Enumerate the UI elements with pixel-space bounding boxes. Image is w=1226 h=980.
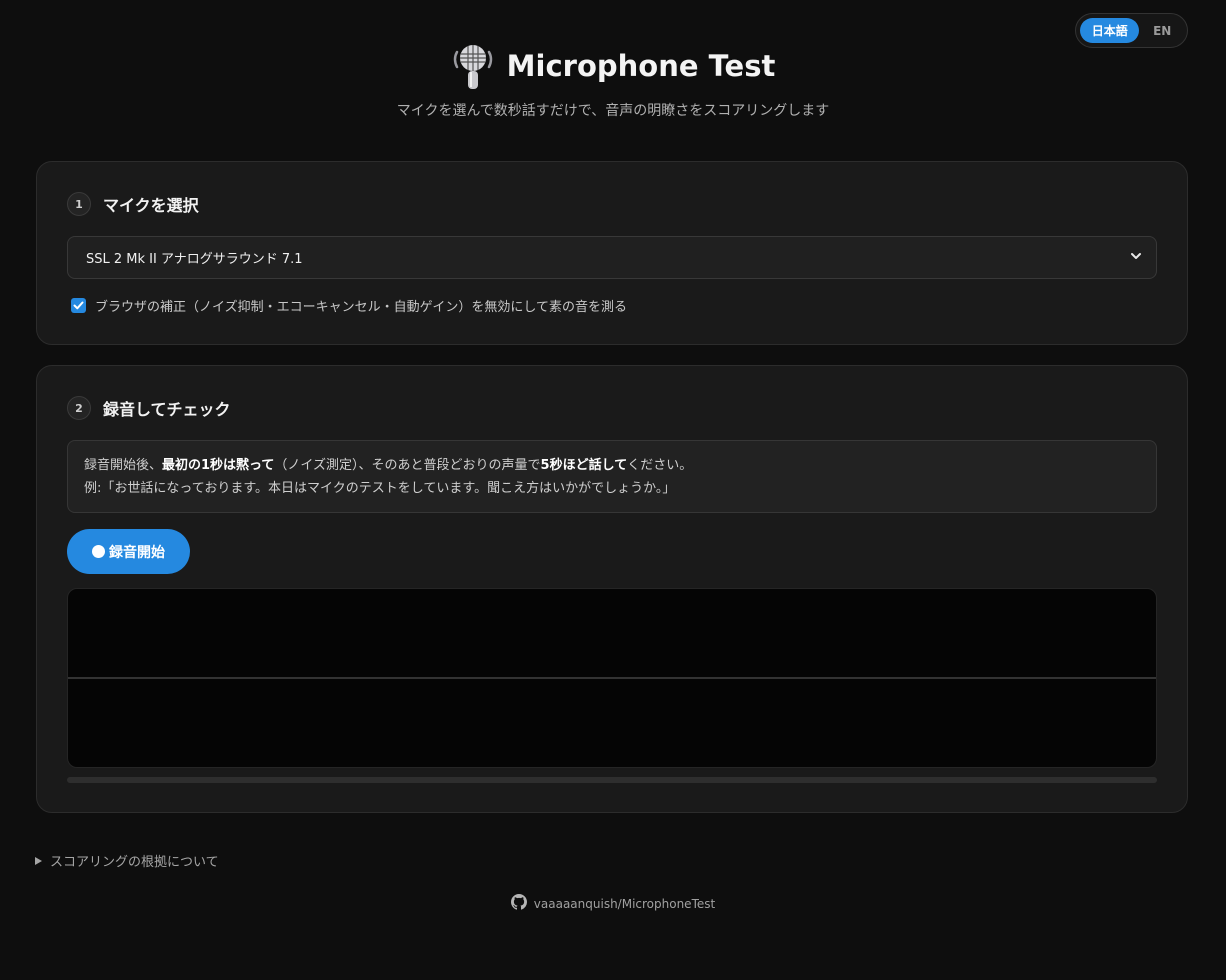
step-title: 録音してチェック <box>103 400 231 419</box>
record-card: 2 録音してチェック 録音開始後、最初の1秒は黙って（ノイズ測定）、そのあと普段… <box>36 365 1188 813</box>
step-2-header: 2 録音してチェック <box>67 396 231 420</box>
start-recording-label: 録音開始 <box>109 544 165 561</box>
start-recording-button[interactable]: 録音開始 <box>67 529 190 574</box>
recording-instructions: 録音開始後、最初の1秒は黙って（ノイズ測定）、そのあと普段どおりの声量で5秒ほど… <box>67 440 1157 513</box>
mic-select-card: 1 マイクを選択 SSL 2 Mk II アナログサラウンド 7.1 ブラウザの… <box>36 161 1188 345</box>
github-icon <box>510 894 527 913</box>
page-header: Microphone Test マイクを選んで数秒話すだけで、音声の明瞭さをスコ… <box>0 40 1226 120</box>
raw-audio-label: ブラウザの補正（ノイズ抑制・エコーキャンセル・自動ゲイン）を無効にして素の音を測… <box>95 300 627 315</box>
footer: vaaaaanquish/MicrophoneTest <box>0 894 1226 913</box>
scoring-details-toggle[interactable]: スコアリングの根拠について <box>35 851 219 870</box>
microphone-select[interactable]: SSL 2 Mk II アナログサラウンド 7.1 <box>67 236 1157 279</box>
scoring-details-label: スコアリングの根拠について <box>50 855 219 870</box>
instruction-example: 例:「お世話になっております。本日はマイクのテストをしています。聞こえ方はいかが… <box>84 481 676 496</box>
step-number: 2 <box>67 396 91 420</box>
raw-audio-option: ブラウザの補正（ノイズ抑制・エコーキャンセル・自動ゲイン）を無効にして素の音を測… <box>71 296 627 315</box>
recording-progress-bar <box>67 777 1157 783</box>
step-number: 1 <box>67 192 91 216</box>
disclosure-triangle-icon <box>35 856 42 865</box>
checkmark-icon <box>73 301 84 310</box>
title-row: Microphone Test <box>0 40 1226 92</box>
step-title: マイクを選択 <box>103 196 199 215</box>
record-dot-icon <box>92 545 105 558</box>
page-subtitle: マイクを選んで数秒話すだけで、音声の明瞭さをスコアリングします <box>396 103 830 119</box>
step-1-header: 1 マイクを選択 <box>67 192 199 216</box>
microphone-icon <box>451 42 495 90</box>
repo-link[interactable]: vaaaaanquish/MicrophoneTest <box>534 897 715 911</box>
instruction-line: 録音開始後、最初の1秒は黙って（ノイズ測定）、そのあと普段どおりの声量で5秒ほど… <box>84 458 693 473</box>
raw-audio-checkbox[interactable] <box>71 298 86 313</box>
level-meter <box>74 764 1152 766</box>
selected-microphone: SSL 2 Mk II アナログサラウンド 7.1 <box>86 252 303 267</box>
page-title: Microphone Test <box>506 49 776 83</box>
chevron-down-icon <box>1130 250 1142 266</box>
waveform-canvas <box>67 588 1157 768</box>
